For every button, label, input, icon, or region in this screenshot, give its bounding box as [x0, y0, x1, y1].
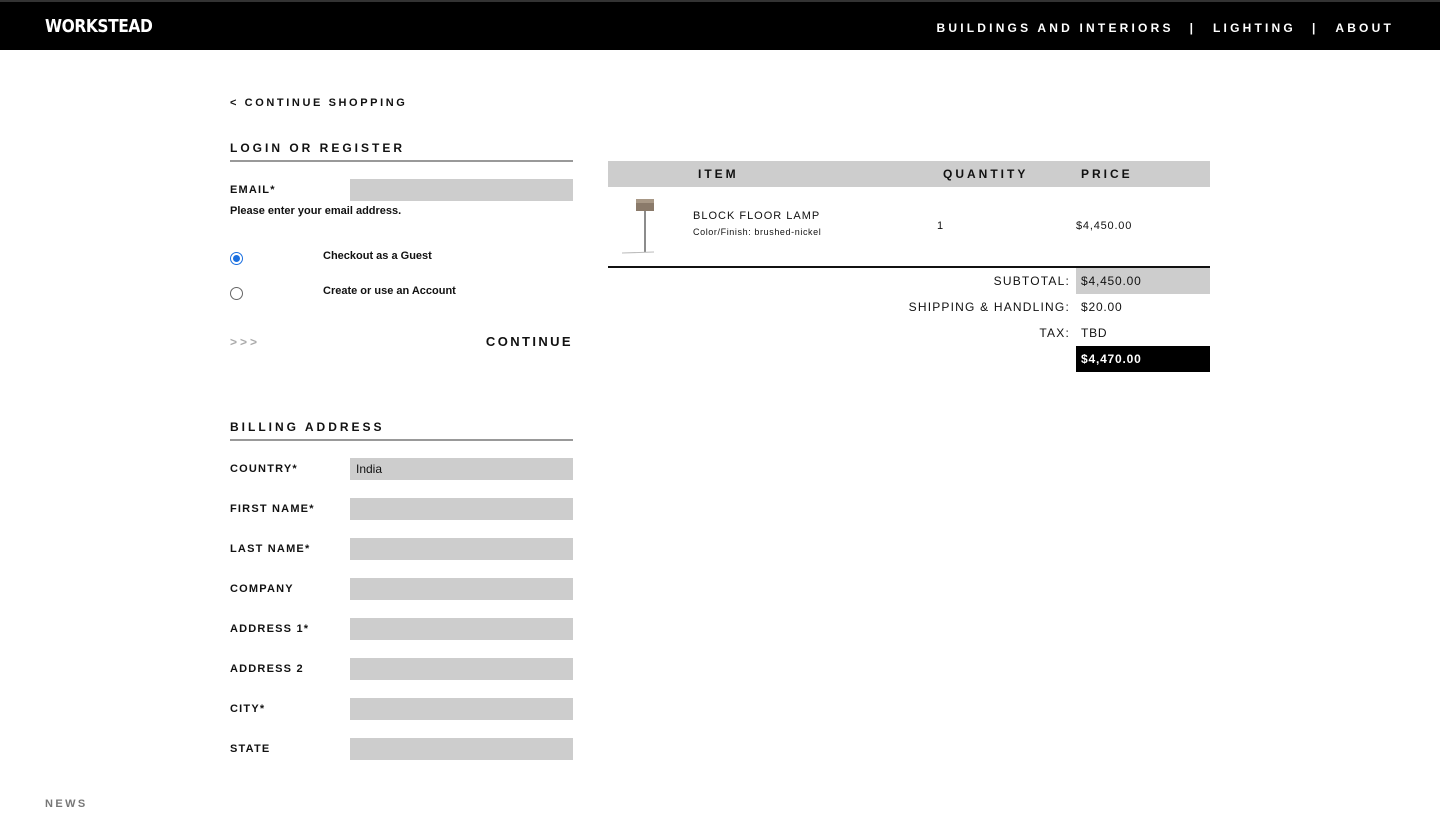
email-field[interactable]: [350, 179, 573, 201]
section-divider: [230, 160, 573, 162]
continue-shopping-link[interactable]: < CONTINUE SHOPPING: [230, 97, 407, 109]
address2-label: ADDRESS 2: [230, 663, 304, 675]
company-field[interactable]: [350, 578, 573, 600]
nav-about[interactable]: ABOUT: [1335, 21, 1394, 35]
item-column-header: ITEM: [698, 167, 739, 181]
guest-checkout-radio[interactable]: [230, 252, 243, 265]
top-navigation-bar: WORKSTEAD BUILDINGS AND INTERIORS | LIGH…: [0, 0, 1440, 50]
guest-checkout-label[interactable]: Checkout as a Guest: [323, 250, 432, 262]
first-name-label: FIRST NAME*: [230, 503, 315, 515]
account-radio[interactable]: [230, 287, 243, 300]
news-link[interactable]: NEWS: [45, 798, 88, 810]
state-field[interactable]: [350, 738, 573, 760]
quantity-column-header: QUANTITY: [943, 167, 1029, 181]
last-name-label: LAST NAME*: [230, 543, 311, 555]
city-label: CITY*: [230, 703, 266, 715]
main-nav: BUILDINGS AND INTERIORS | LIGHTING | ABO…: [937, 21, 1395, 35]
cart-item-finish: Color/Finish: brushed-nickel: [693, 227, 822, 237]
cart-item-name[interactable]: BLOCK FLOOR LAMP: [693, 210, 820, 222]
section-divider: [230, 439, 573, 441]
total-value: $4,470.00: [1076, 346, 1210, 372]
first-name-field[interactable]: [350, 498, 573, 520]
billing-section-title: BILLING ADDRESS: [230, 420, 385, 434]
tax-label: TAX:: [1039, 326, 1070, 340]
workstead-logo[interactable]: WORKSTEAD: [45, 16, 153, 37]
floor-lamp-icon[interactable]: [620, 196, 668, 256]
shipping-label: SHIPPING & HANDLING:: [908, 300, 1070, 314]
country-label: COUNTRY*: [230, 463, 298, 475]
last-name-field[interactable]: [350, 538, 573, 560]
tax-value: TBD: [1081, 326, 1108, 340]
address1-label: ADDRESS 1*: [230, 623, 310, 635]
country-select[interactable]: [350, 458, 573, 480]
cart-item-quantity: 1: [937, 220, 944, 232]
email-label: EMAIL*: [230, 184, 276, 196]
login-section-title: LOGIN OR REGISTER: [230, 141, 406, 155]
price-column-header: PRICE: [1081, 167, 1133, 181]
account-label[interactable]: Create or use an Account: [323, 285, 456, 297]
company-label: COMPANY: [230, 583, 294, 595]
arrows-decoration: >>>: [230, 335, 261, 349]
nav-lighting[interactable]: LIGHTING: [1213, 21, 1296, 35]
subtotal-value: $4,450.00: [1076, 268, 1210, 294]
nav-separator: |: [1311, 21, 1316, 35]
nav-buildings-and-interiors[interactable]: BUILDINGS AND INTERIORS: [937, 21, 1174, 35]
shipping-value: $20.00: [1081, 300, 1123, 314]
address2-field[interactable]: [350, 658, 573, 680]
state-label: STATE: [230, 743, 271, 755]
subtotal-label: SUBTOTAL:: [993, 274, 1070, 288]
cart-item-price: $4,450.00: [1076, 220, 1133, 232]
city-field[interactable]: [350, 698, 573, 720]
nav-separator: |: [1189, 21, 1194, 35]
continue-button[interactable]: CONTINUE: [470, 334, 573, 349]
address1-field[interactable]: [350, 618, 573, 640]
cart-table-header: ITEM QUANTITY PRICE: [608, 161, 1210, 187]
email-help-text: Please enter your email address.: [230, 205, 402, 217]
